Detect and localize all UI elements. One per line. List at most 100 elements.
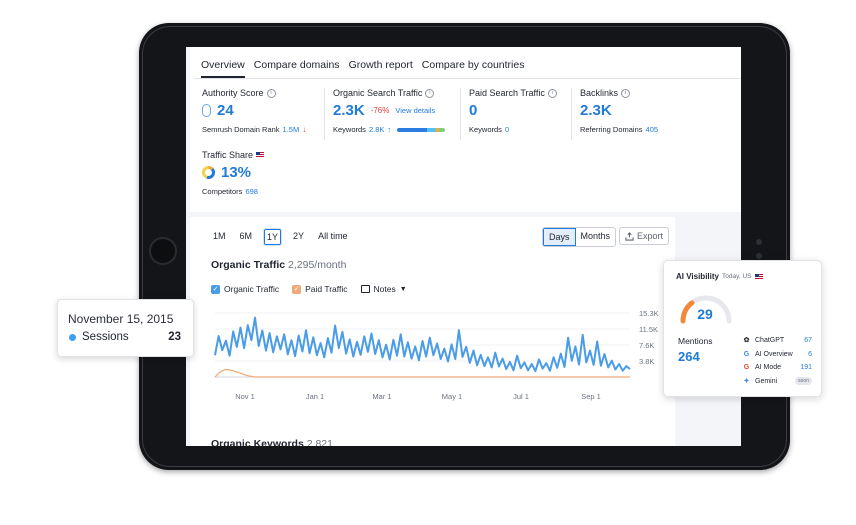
organic-traffic-label: Organic Search Traffic — [333, 88, 423, 98]
google-icon: G — [743, 350, 750, 358]
tooltip-label: Sessions — [82, 331, 129, 343]
organic-traffic-chart-panel: 1M 6M 1Y 2Y All time Days Months Export … — [190, 217, 675, 446]
google-icon: G — [743, 364, 750, 372]
arrow-down-icon: ↓ — [302, 125, 307, 134]
authority-score-label: Authority Score — [202, 88, 264, 98]
tooltip-value: 23 — [168, 331, 181, 343]
organic-keywords-title: Organic Keywords 2,821 — [211, 438, 333, 446]
tab-compare-by-countries[interactable]: Compare by countries — [422, 59, 525, 78]
series-dot — [69, 334, 76, 341]
traffic-share-label: Traffic Share — [202, 150, 254, 160]
paid-traffic-value-row: 0 — [469, 102, 557, 119]
y-tick-label: 7.6K — [639, 341, 654, 350]
paid-traffic-line[interactable] — [214, 368, 630, 378]
traffic-share-donut-icon — [202, 166, 215, 179]
paid-traffic-label: Paid Search Traffic — [469, 88, 545, 98]
ai-source-name: AI Mode — [755, 364, 782, 372]
tab-growth-report[interactable]: Growth report — [349, 59, 413, 78]
referring-domains-label: Referring Domains — [580, 125, 643, 134]
info-icon[interactable]: i — [425, 88, 435, 98]
ai-source-name: AI Overview — [755, 350, 793, 358]
home-button[interactable] — [149, 237, 177, 265]
chatgpt-icon: ✿ — [743, 337, 750, 345]
traffic-share-metric: Traffic Share 13% Competitors 698 — [202, 150, 265, 196]
metric-divider — [324, 88, 325, 140]
traffic-line-chart[interactable]: 15.3K 11.5K 7.6K 3.8K Nov 1 Jan 1 Mar 1 May 1 Ju… — [190, 217, 675, 432]
us-flag-icon — [754, 273, 763, 280]
paid-keywords-row: Keywords 0 — [469, 125, 557, 134]
info-icon[interactable]: i — [547, 88, 557, 98]
ai-source-name: ChatGPT — [755, 337, 785, 345]
tab-overview[interactable]: Overview — [201, 59, 245, 78]
organic-keywords-title-text: Organic Keywords — [211, 438, 304, 446]
paid-traffic-value[interactable]: 0 — [469, 102, 477, 119]
backlinks-metric: Backlinks i 2.3K Referring Domains 405 — [580, 88, 658, 134]
us-flag-icon — [256, 152, 265, 158]
mentions-value: 264 — [678, 349, 700, 364]
traffic-share-value-row: 13% — [202, 164, 264, 181]
backlinks-label: Backlinks — [580, 88, 619, 98]
x-tick-label: Jul 1 — [513, 392, 529, 401]
authority-score-value-row: 24 — [202, 102, 306, 119]
organic-keywords-count: 2,821 — [306, 438, 333, 446]
competitors-row: Competitors 698 — [202, 187, 264, 196]
referring-domains-value[interactable]: 405 — [646, 125, 659, 134]
view-details-link[interactable]: View details — [395, 106, 435, 115]
authority-score-label-row: Authority Score i — [202, 88, 306, 98]
organic-traffic-line[interactable] — [214, 316, 631, 373]
paid-keywords-label: Keywords — [469, 125, 502, 134]
ai-source-gemini[interactable]: ✦ Gemini soon — [742, 375, 812, 389]
ai-source-count: 6 — [808, 350, 812, 358]
organic-traffic-change: -76% — [370, 106, 390, 115]
organic-keywords-label: Keywords — [333, 125, 366, 134]
competitors-label: Competitors — [202, 187, 243, 196]
ai-visibility-subtitle: Today, US — [721, 273, 752, 280]
ai-source-count: 191 — [800, 364, 812, 372]
backlinks-value[interactable]: 2.3K — [580, 102, 612, 119]
authority-score-value[interactable]: 24 — [217, 102, 234, 119]
ai-visibility-score: 29 — [697, 306, 713, 322]
domain-rank-label: Semrush Domain Rank — [202, 125, 280, 134]
x-tick-label: May 1 — [442, 392, 462, 401]
ai-source-ai-mode[interactable]: G AI Mode 191 — [742, 361, 812, 375]
x-tick-label: Nov 1 — [235, 392, 255, 401]
ai-source-ai-overview[interactable]: G AI Overview 6 — [742, 348, 812, 362]
metric-divider — [460, 88, 461, 140]
paid-traffic-label-row: Paid Search Traffic i — [469, 88, 557, 98]
backlinks-label-row: Backlinks i — [580, 88, 658, 98]
organic-traffic-value-row: 2.3K -76% View details — [333, 102, 445, 119]
x-tick-label: Jan 1 — [306, 392, 324, 401]
tooltip-date: November 15, 2015 — [68, 312, 174, 326]
ai-visibility-title: AI Visibility — [676, 272, 719, 281]
ai-visibility-card: AI Visibility Today, US 29 Mentions 264 … — [663, 260, 822, 397]
domain-rank-row: Semrush Domain Rank 1.5M ↓ — [202, 125, 306, 134]
info-icon[interactable]: i — [266, 88, 276, 98]
ai-source-chatgpt[interactable]: ✿ ChatGPT 67 — [742, 334, 812, 348]
ai-visibility-title-row: AI Visibility Today, US — [676, 272, 763, 281]
tablet-screen: Overview Compare domains Growth report C… — [186, 47, 741, 446]
organic-keywords-value[interactable]: 2.8K — [369, 125, 384, 134]
competitors-value[interactable]: 698 — [245, 187, 258, 196]
organic-traffic-value[interactable]: 2.3K — [333, 102, 365, 119]
referring-domains-row: Referring Domains 405 — [580, 125, 658, 134]
sessions-tooltip-card: November 15, 2015 Sessions 23 — [57, 299, 194, 357]
ai-source-count: 67 — [804, 337, 812, 345]
gemini-icon: ✦ — [743, 377, 750, 385]
domain-rank-value[interactable]: 1.5M — [283, 125, 300, 134]
paid-traffic-metric: Paid Search Traffic i 0 Keywords 0 — [469, 88, 557, 134]
traffic-share-value[interactable]: 13% — [221, 164, 251, 181]
authority-icon — [202, 104, 211, 117]
tab-bar: Overview Compare domains Growth report C… — [201, 59, 524, 78]
paid-keywords-value[interactable]: 0 — [505, 125, 509, 134]
metric-divider — [571, 88, 572, 140]
soon-badge: soon — [795, 377, 812, 386]
x-tick-label: Mar 1 — [372, 392, 391, 401]
backlinks-value-row: 2.3K — [580, 102, 658, 119]
mentions-label: Mentions — [678, 336, 713, 346]
x-tick-label: Sep 1 — [581, 392, 601, 401]
tab-compare-domains[interactable]: Compare domains — [254, 59, 340, 78]
info-icon[interactable]: i — [621, 88, 631, 98]
ai-source-name: Gemini — [755, 377, 778, 385]
arrow-up-icon: ↑ — [387, 125, 392, 134]
y-tick-label: 15.3K — [639, 309, 659, 318]
